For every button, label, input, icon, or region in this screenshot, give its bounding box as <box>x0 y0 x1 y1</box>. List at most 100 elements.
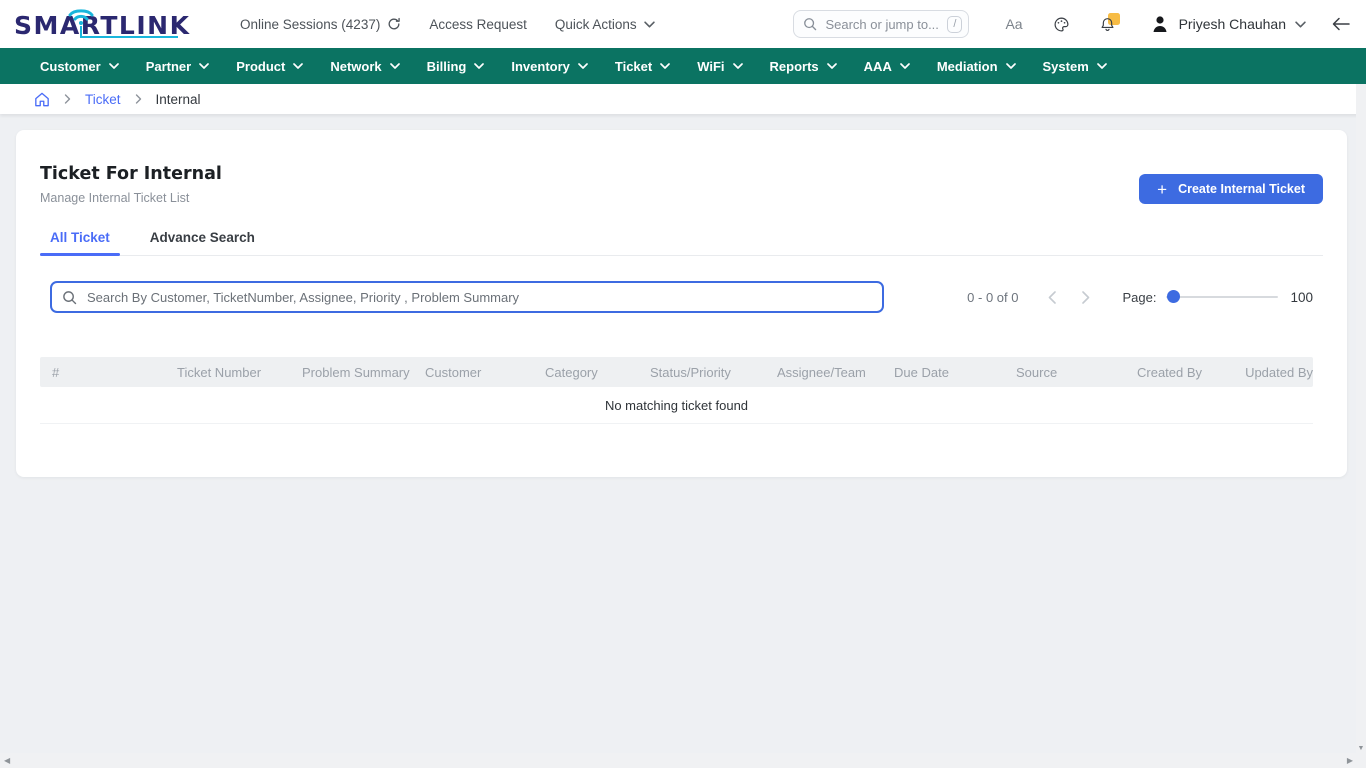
access-request-link[interactable]: Access Request <box>429 17 527 32</box>
table-column-header: Status/Priority <box>638 365 765 380</box>
create-internal-ticket-button[interactable]: + Create Internal Ticket <box>1139 174 1323 204</box>
page-label: Page: <box>1122 290 1156 305</box>
chevron-down-icon <box>1295 21 1306 28</box>
ticket-card: Ticket For Internal Manage Internal Tick… <box>16 130 1347 477</box>
table-column-header: Due Date <box>882 365 1004 380</box>
slider-track <box>1166 296 1278 298</box>
chevron-down-icon <box>390 63 400 69</box>
scroll-right-icon[interactable]: ▶ <box>1347 756 1353 765</box>
chevron-down-icon <box>644 21 655 28</box>
online-sessions-label: Online Sessions (4237) <box>240 17 380 32</box>
bell-wrap <box>1100 15 1118 33</box>
card-header: Ticket For Internal Manage Internal Tick… <box>16 130 1347 205</box>
page-subtitle: Manage Internal Ticket List <box>40 191 222 205</box>
previous-page-button[interactable] <box>1048 291 1056 304</box>
ticket-search-input[interactable] <box>85 289 872 306</box>
nav-item-label: Inventory <box>511 59 570 74</box>
create-button-label: Create Internal Ticket <box>1178 182 1305 196</box>
chevron-down-icon <box>1097 63 1107 69</box>
chevron-down-icon <box>293 63 303 69</box>
table-column-header: Assignee/Team <box>765 365 882 380</box>
scroll-down-icon[interactable]: ▼ <box>1356 745 1366 752</box>
table-column-header: Problem Summary <box>290 365 413 380</box>
breadcrumb: Ticket Internal <box>0 84 1366 114</box>
nav-item-label: AAA <box>864 59 892 74</box>
notifications-button[interactable] <box>1100 15 1118 33</box>
table-column-header: # <box>40 365 165 380</box>
chevron-down-icon <box>827 63 837 69</box>
chevron-right-icon <box>1082 291 1090 304</box>
table-empty-row: No matching ticket found <box>40 387 1313 424</box>
next-page-button[interactable] <box>1082 291 1090 304</box>
tab-bar: All Ticket Advance Search <box>40 230 1323 256</box>
nav-item-label: Reports <box>770 59 819 74</box>
search-icon <box>803 17 817 31</box>
table-column-header: Category <box>533 365 638 380</box>
nav-item[interactable]: AAA <box>864 59 910 74</box>
nav-item-label: Network <box>330 59 381 74</box>
page-size-slider[interactable] <box>1166 290 1278 304</box>
chevron-right-icon <box>64 94 71 104</box>
theme-toggle[interactable] <box>1053 16 1070 33</box>
page-title: Ticket For Internal <box>40 164 222 184</box>
tab-advance-search[interactable]: Advance Search <box>140 230 265 255</box>
chevron-down-icon <box>900 63 910 69</box>
global-search[interactable]: / <box>793 10 969 38</box>
chevron-down-icon <box>199 63 209 69</box>
back-arrow-button[interactable] <box>1332 17 1350 31</box>
table-column-header: Created By <box>1125 365 1233 380</box>
text-size-toggle[interactable]: Aa <box>1005 16 1022 32</box>
nav-item[interactable]: Network <box>330 59 399 74</box>
chevron-right-icon <box>135 94 142 104</box>
nav-item[interactable]: Mediation <box>937 59 1016 74</box>
global-search-input[interactable] <box>823 16 941 33</box>
breadcrumb-current: Internal <box>156 92 201 107</box>
avatar-icon <box>1150 14 1170 34</box>
nav-item[interactable]: Partner <box>146 59 210 74</box>
ticket-table: # Ticket Number Problem Summary Customer… <box>40 357 1313 424</box>
quick-actions-menu[interactable]: Quick Actions <box>555 17 655 32</box>
chevron-down-icon <box>1006 63 1016 69</box>
toolbar: 0 - 0 of 0 Page: 100 <box>40 281 1313 313</box>
slider-thumb[interactable] <box>1167 290 1180 303</box>
nav-item[interactable]: Reports <box>770 59 837 74</box>
smartlink-logo[interactable]: SMARTLINK <box>14 4 186 44</box>
nav-item[interactable]: Product <box>236 59 303 74</box>
table-column-header: Source <box>1004 365 1125 380</box>
user-name: Priyesh Chauhan <box>1179 16 1286 32</box>
nav-item[interactable]: Billing <box>427 59 485 74</box>
horizontal-scrollbar[interactable]: ◀ ▶ <box>0 753 1366 768</box>
chevron-down-icon <box>660 63 670 69</box>
arrow-left-icon <box>1332 17 1350 31</box>
header-links: Online Sessions (4237) Access Request Qu… <box>240 17 655 32</box>
nav-item[interactable]: System <box>1043 59 1107 74</box>
nav-item-label: Partner <box>146 59 192 74</box>
breadcrumb-link-ticket[interactable]: Ticket <box>85 92 121 107</box>
chevron-down-icon <box>474 63 484 69</box>
user-menu[interactable]: Priyesh Chauhan <box>1150 14 1306 34</box>
online-sessions[interactable]: Online Sessions (4237) <box>240 17 401 32</box>
palette-icon <box>1053 16 1070 33</box>
home-icon[interactable] <box>34 92 50 107</box>
table-header-row: # Ticket Number Problem Summary Customer… <box>40 357 1313 387</box>
refresh-icon[interactable] <box>387 17 401 31</box>
tab-all-ticket[interactable]: All Ticket <box>40 230 120 255</box>
bell-icon <box>1100 17 1115 32</box>
header-right-group: / Aa Priyes <box>793 10 1350 38</box>
nav-item[interactable]: WiFi <box>697 59 742 74</box>
vertical-scrollbar[interactable]: ▼ <box>1356 84 1366 753</box>
nav-item[interactable]: Ticket <box>615 59 670 74</box>
search-icon <box>62 290 77 305</box>
quick-actions-label: Quick Actions <box>555 17 637 32</box>
page-size-value: 100 <box>1290 290 1313 305</box>
nav-item-label: Customer <box>40 59 101 74</box>
ticket-search[interactable] <box>50 281 884 313</box>
nav-item[interactable]: Customer <box>40 59 119 74</box>
empty-message: No matching ticket found <box>605 398 748 413</box>
main-nav: Customer Partner Product Network <box>0 48 1366 84</box>
table-column-header: Updated By <box>1233 365 1313 380</box>
nav-item[interactable]: Inventory <box>511 59 588 74</box>
pagination-range: 0 - 0 of 0 <box>967 290 1018 305</box>
scroll-left-icon[interactable]: ◀ <box>4 756 10 765</box>
chevron-left-icon <box>1048 291 1056 304</box>
